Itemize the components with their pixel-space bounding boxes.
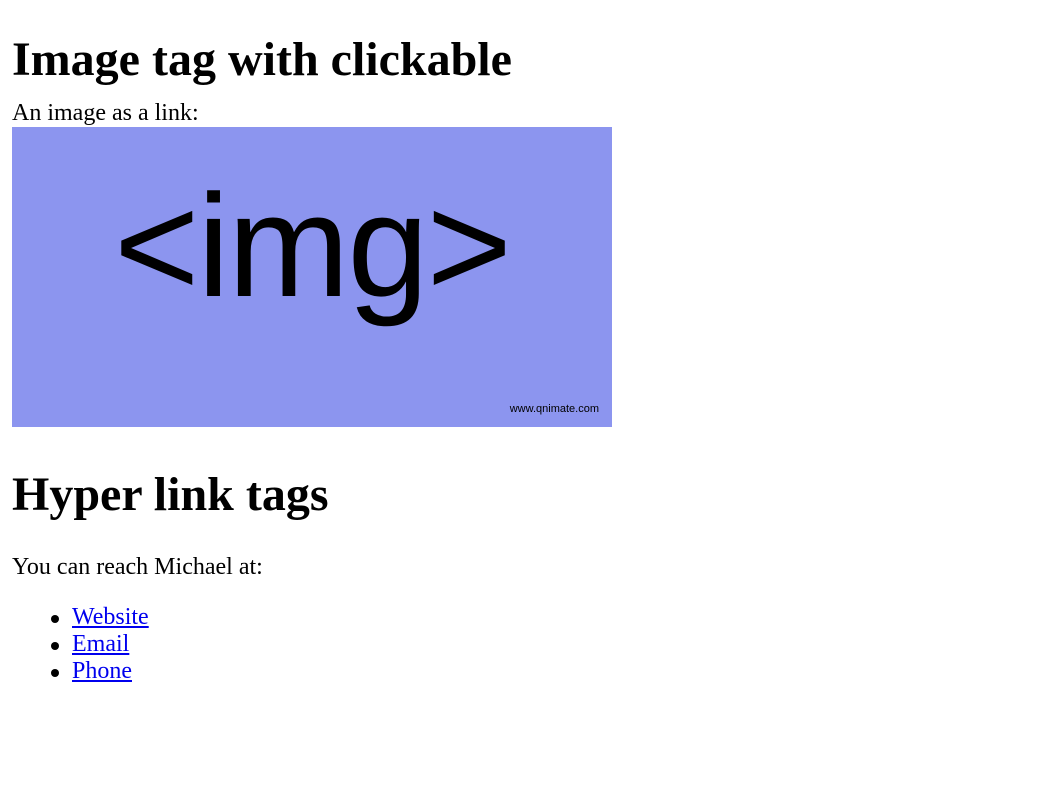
page: Image tag with clickable An image as a l… (0, 0, 1061, 685)
website-link[interactable]: Website (72, 604, 149, 630)
phone-link[interactable]: Phone (72, 658, 132, 684)
bullet-icon (51, 615, 59, 624)
image-link-intro: An image as a link: (12, 100, 199, 127)
list-item: Phone (12, 658, 1049, 685)
bullet-icon (51, 669, 59, 678)
bullet-icon (51, 642, 59, 651)
img-tag-graphic-text: <img> (114, 164, 512, 328)
image-link[interactable]: <img> www.qnimate.com (12, 127, 612, 428)
email-link[interactable]: Email (72, 631, 129, 657)
links-section-heading: Hyper link tags (12, 468, 329, 522)
image-section-heading: Image tag with clickable (12, 33, 512, 86)
list-item: Website (12, 604, 1049, 631)
list-item: Email (12, 631, 1049, 658)
image-credit: www.qnimate.com (509, 402, 599, 415)
contact-intro: You can reach Michael at: (12, 554, 263, 581)
contact-list: Website Email Phone (12, 581, 1049, 685)
